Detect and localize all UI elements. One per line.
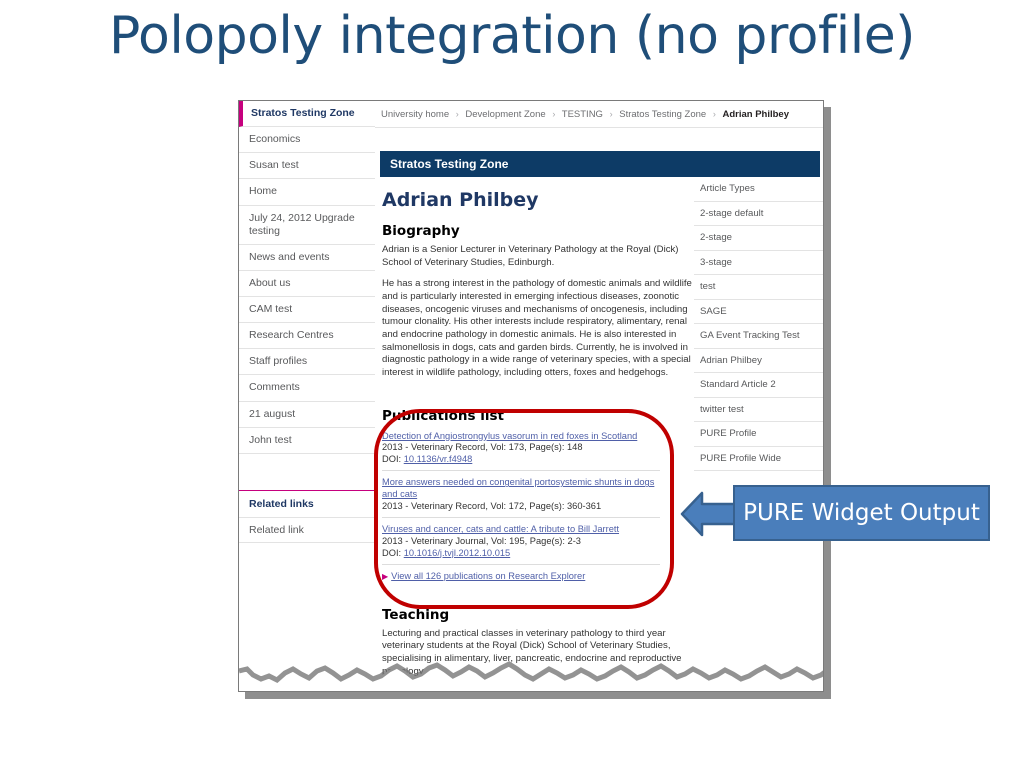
article-types-rail: Article Types 2-stage default 2-stage 3-… bbox=[694, 177, 823, 471]
callout-arrow-left-icon bbox=[680, 491, 738, 537]
sidebar-item-label: Research Centres bbox=[249, 329, 334, 342]
site-sidebar-nav: Stratos Testing Zone Economics Susan tes… bbox=[239, 101, 375, 691]
sidebar-item-comments[interactable]: Comments bbox=[239, 375, 375, 402]
biography-paragraph-2: He has a strong interest in the patholog… bbox=[382, 278, 692, 378]
related-links-block: Related links Related link bbox=[239, 489, 375, 543]
related-links-heading: Related links bbox=[239, 491, 375, 518]
sidebar-item-about-us[interactable]: About us bbox=[239, 271, 375, 297]
breadcrumb-separator-icon: › bbox=[712, 109, 716, 119]
sidebar-item-label: John test bbox=[249, 433, 292, 446]
sidebar-item-research-centres[interactable]: Research Centres bbox=[239, 323, 375, 350]
sidebar-item-susan-test[interactable]: Susan test bbox=[239, 153, 375, 180]
sidebar-item-label: Economics bbox=[249, 133, 301, 146]
breadcrumb-separator-icon: › bbox=[609, 109, 613, 119]
sidebar-item-label: About us bbox=[249, 276, 291, 289]
sidebar-item-label: Susan test bbox=[249, 159, 299, 172]
sidebar-item-stratos-testing-zone[interactable]: Stratos Testing Zone bbox=[239, 101, 375, 128]
rail-item-twitter-test[interactable]: twitter test bbox=[694, 398, 823, 422]
site-banner-label: Stratos Testing Zone bbox=[390, 157, 509, 171]
breadcrumb-item-university-home[interactable]: University home bbox=[381, 109, 449, 120]
sidebar-item-staff-profiles[interactable]: Staff profiles bbox=[239, 349, 375, 376]
biography-paragraph-1: Adrian is a Senior Lecturer in Veterinar… bbox=[382, 244, 679, 268]
breadcrumb-item-development-zone[interactable]: Development Zone bbox=[465, 109, 545, 120]
sidebar-item-label: 21 august bbox=[249, 407, 296, 420]
page-title: Polopoly integration (no profile) bbox=[109, 6, 915, 66]
sidebar-item-label: Home bbox=[249, 185, 278, 198]
callout-label-text: PURE Widget Output bbox=[743, 500, 980, 526]
rail-item-sage[interactable]: SAGE bbox=[694, 300, 823, 324]
rail-item-2-stage[interactable]: 2-stage bbox=[694, 226, 823, 251]
sidebar-item-news-and-events[interactable]: News and events bbox=[239, 245, 375, 271]
related-link-item[interactable]: Related link bbox=[239, 518, 375, 543]
rail-item-test[interactable]: test bbox=[694, 275, 823, 300]
site-banner: Stratos Testing Zone bbox=[380, 151, 820, 177]
rail-item-pure-profile[interactable]: PURE Profile bbox=[694, 422, 823, 447]
sidebar-item-label: Stratos Testing Zone bbox=[251, 107, 355, 119]
sidebar-item-label: Staff profiles bbox=[249, 355, 308, 368]
callout-label-box: PURE Widget Output bbox=[733, 485, 990, 541]
teaching-section: Teaching Lecturing and practical classes… bbox=[382, 607, 692, 679]
rail-item-2-stage-default[interactable]: 2-stage default bbox=[694, 202, 823, 226]
breadcrumb-item-stratos-testing-zone[interactable]: Stratos Testing Zone bbox=[619, 109, 706, 120]
breadcrumb-current-page: Adrian Philbey bbox=[722, 109, 789, 120]
rail-item-3-stage[interactable]: 3-stage bbox=[694, 251, 823, 275]
sidebar-item-21-august[interactable]: 21 august bbox=[239, 402, 375, 428]
sidebar-item-label: News and events bbox=[249, 250, 330, 263]
breadcrumb-separator-icon: › bbox=[455, 109, 459, 119]
sidebar-item-cam-test[interactable]: CAM test bbox=[239, 297, 375, 324]
teaching-text: Lecturing and practical classes in veter… bbox=[382, 627, 682, 677]
sidebar-item-home[interactable]: Home bbox=[239, 179, 375, 206]
sidebar-item-label: CAM test bbox=[249, 303, 293, 315]
sidebar-item-economics[interactable]: Economics bbox=[239, 127, 375, 154]
breadcrumb-item-testing[interactable]: TESTING bbox=[562, 109, 603, 120]
rail-item-article-types[interactable]: Article Types bbox=[694, 177, 823, 202]
breadcrumb-separator-icon: › bbox=[552, 109, 556, 119]
rail-item-pure-profile-wide[interactable]: PURE Profile Wide bbox=[694, 447, 823, 471]
sidebar-item-label: July 24, 2012 Upgrade testing bbox=[249, 211, 355, 237]
publications-highlight-annotation bbox=[374, 409, 674, 609]
profile-name: Adrian Philbey bbox=[382, 189, 539, 211]
biography-heading: Biography bbox=[382, 223, 460, 239]
sidebar-item-john-test[interactable]: John test bbox=[239, 428, 375, 454]
sidebar-item-upgrade-testing[interactable]: July 24, 2012 Upgrade testing bbox=[239, 206, 375, 245]
rail-item-standard-article-2[interactable]: Standard Article 2 bbox=[694, 373, 823, 398]
breadcrumb: University home › Development Zone › TES… bbox=[375, 101, 823, 128]
rail-item-adrian-philbey[interactable]: Adrian Philbey bbox=[694, 349, 823, 373]
sidebar-item-label: Comments bbox=[249, 381, 300, 394]
rail-item-ga-event-tracking-test[interactable]: GA Event Tracking Test bbox=[694, 324, 823, 349]
